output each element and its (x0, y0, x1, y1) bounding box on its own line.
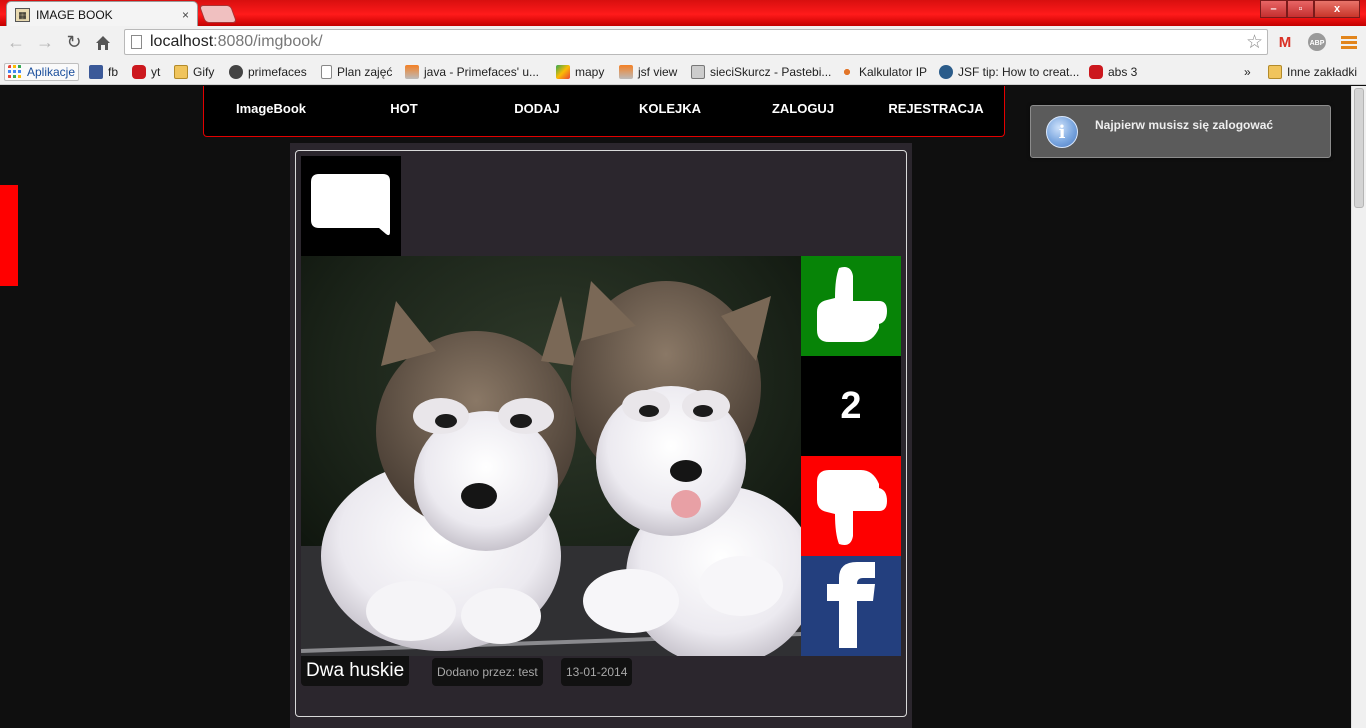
home-icon (96, 35, 110, 50)
tab-close-icon[interactable]: × (182, 8, 189, 22)
tab-favicon-icon: ▦ (15, 7, 30, 22)
thumbs-down-icon (817, 470, 887, 545)
post-title[interactable]: Dwa huskie (301, 656, 410, 686)
close-window-button[interactable]: x (1314, 0, 1360, 18)
gmail-icon[interactable]: M (1274, 31, 1296, 53)
bookmark-mapy[interactable]: mapy (556, 63, 604, 81)
bookmark-label: fb (108, 65, 119, 79)
primefaces-icon (229, 65, 243, 79)
bookmark-label: jsf view (638, 65, 678, 79)
page-scrollbar[interactable] (1351, 86, 1366, 728)
scrollbar-thumb[interactable] (1354, 88, 1364, 208)
left-side-tab[interactable] (0, 185, 18, 286)
adblock-icon[interactable]: ABP (1306, 31, 1328, 53)
calculator-icon (840, 65, 854, 79)
reload-icon: ↻ (66, 32, 82, 52)
post-author: Dodano przez: test (432, 658, 543, 686)
back-arrow-icon: ← (7, 32, 25, 52)
window-controls: – ▫ x (1260, 0, 1360, 18)
stackoverflow-icon (405, 65, 419, 79)
tab-title: IMAGE BOOK (36, 7, 113, 22)
browser-tab[interactable]: ▦ IMAGE BOOK × (6, 1, 198, 27)
dislike-button[interactable] (801, 456, 901, 556)
menu-item-imagebook[interactable]: ImageBook (206, 86, 336, 132)
youtube-icon (1089, 65, 1103, 79)
menu-item-dodaj[interactable]: DODAJ (472, 86, 602, 132)
facebook-share-button[interactable] (801, 556, 901, 656)
url-host: localhost (150, 33, 214, 50)
address-bar[interactable]: localhost:8080/imgbook/ ☆ (124, 29, 1268, 55)
bookmark-label: JSF tip: How to creat... (958, 65, 1080, 79)
bookmark-label: abs 3 (1108, 65, 1138, 79)
bookmark-star-icon[interactable]: ☆ (1246, 31, 1263, 54)
bookmark-pastebin[interactable]: sieciSkurcz - Pastebi... (691, 63, 831, 81)
url-path: :8080/imgbook/ (213, 33, 323, 50)
folder-icon (1268, 65, 1282, 79)
reload-button[interactable]: ↻ (61, 30, 87, 56)
menu-item-kolejka[interactable]: KOLEJKA (605, 86, 735, 132)
login-required-notification[interactable]: i Najpierw musisz się zalogować (1030, 105, 1331, 158)
facebook-f-icon (827, 562, 875, 648)
bookmark-label: mapy (575, 65, 605, 79)
menu-item-zaloguj[interactable]: ZALOGUJ (738, 86, 868, 132)
bookmarks-overflow-button[interactable]: » (1244, 63, 1251, 81)
menu-item-hot[interactable]: HOT (339, 86, 469, 132)
post-image[interactable] (301, 256, 801, 656)
husky-puppies-photo (301, 256, 801, 656)
comment-button[interactable] (301, 156, 401, 256)
bookmark-other[interactable]: Inne zakładki (1268, 63, 1357, 81)
bookmark-label: Plan zajęć (337, 65, 393, 79)
bookmark-label: Aplikacje (27, 65, 76, 79)
facebook-icon (89, 65, 103, 79)
bookmark-abs3[interactable]: abs 3 (1089, 63, 1137, 81)
main-menu: ImageBook HOT DODAJ KOLEJKA ZALOGUJ REJE… (203, 86, 1005, 137)
bookmark-jsf-view[interactable]: jsf view (619, 63, 677, 81)
folder-icon (174, 65, 188, 79)
forward-button[interactable]: → (32, 30, 58, 56)
page-icon (131, 35, 142, 49)
forward-arrow-icon: → (36, 32, 54, 52)
globe-icon (939, 65, 953, 79)
bookmark-primefaces[interactable]: primefaces (229, 63, 307, 81)
browser-titlebar: ▦ IMAGE BOOK × – ▫ x (0, 0, 1366, 27)
bookmark-label: primefaces (248, 65, 307, 79)
apps-icon (8, 65, 21, 78)
youtube-icon (132, 65, 146, 79)
bookmark-gify[interactable]: Gify (174, 63, 214, 81)
speech-bubble-icon (311, 174, 390, 236)
pastebin-icon (691, 65, 705, 79)
browser-toolbar: ← → ↻ localhost:8080/imgbook/ ☆ M ABP (0, 26, 1366, 59)
new-tab-button[interactable] (198, 5, 238, 23)
bookmark-kalkulator[interactable]: Kalkulator IP (840, 63, 927, 81)
maximize-button[interactable]: ▫ (1287, 0, 1314, 18)
bookmark-plan[interactable]: Plan zajęć (321, 63, 392, 81)
bookmarks-bar: Aplikacje fb yt Gify primefaces Plan zaj… (0, 59, 1366, 85)
bookmark-label: Gify (193, 65, 215, 79)
back-button[interactable]: ← (3, 30, 29, 56)
bookmark-jsf-tip[interactable]: JSF tip: How to creat... (939, 63, 1079, 81)
bookmark-label: java - Primefaces' u... (424, 65, 539, 79)
bookmark-label: Kalkulator IP (859, 65, 928, 79)
bookmark-label: sieciSkurcz - Pastebi... (710, 65, 832, 79)
page-icon (321, 65, 332, 79)
bookmark-apps[interactable]: Aplikacje (4, 63, 80, 81)
home-button[interactable] (90, 30, 116, 56)
maps-icon (556, 65, 570, 79)
thumbs-up-icon (817, 267, 887, 342)
notification-message: Najpierw musisz się zalogować (1095, 118, 1274, 132)
like-button[interactable] (801, 256, 901, 356)
stackoverflow-icon (619, 65, 633, 79)
post-date: 13-01-2014 (561, 658, 633, 686)
info-icon: i (1046, 116, 1078, 148)
bookmark-fb[interactable]: fb (89, 63, 118, 81)
menu-hamburger-icon[interactable] (1338, 31, 1360, 53)
bookmark-label: Inne zakładki (1287, 65, 1358, 79)
svg-text:ABP: ABP (1310, 40, 1325, 47)
bookmark-java[interactable]: java - Primefaces' u... (405, 63, 539, 81)
bookmark-label: yt (151, 65, 161, 79)
minimize-button[interactable]: – (1260, 0, 1287, 18)
vote-score: 2 (801, 356, 901, 456)
bookmark-yt[interactable]: yt (132, 63, 160, 81)
menu-item-rejestracja[interactable]: REJESTRACJA (871, 86, 1001, 132)
